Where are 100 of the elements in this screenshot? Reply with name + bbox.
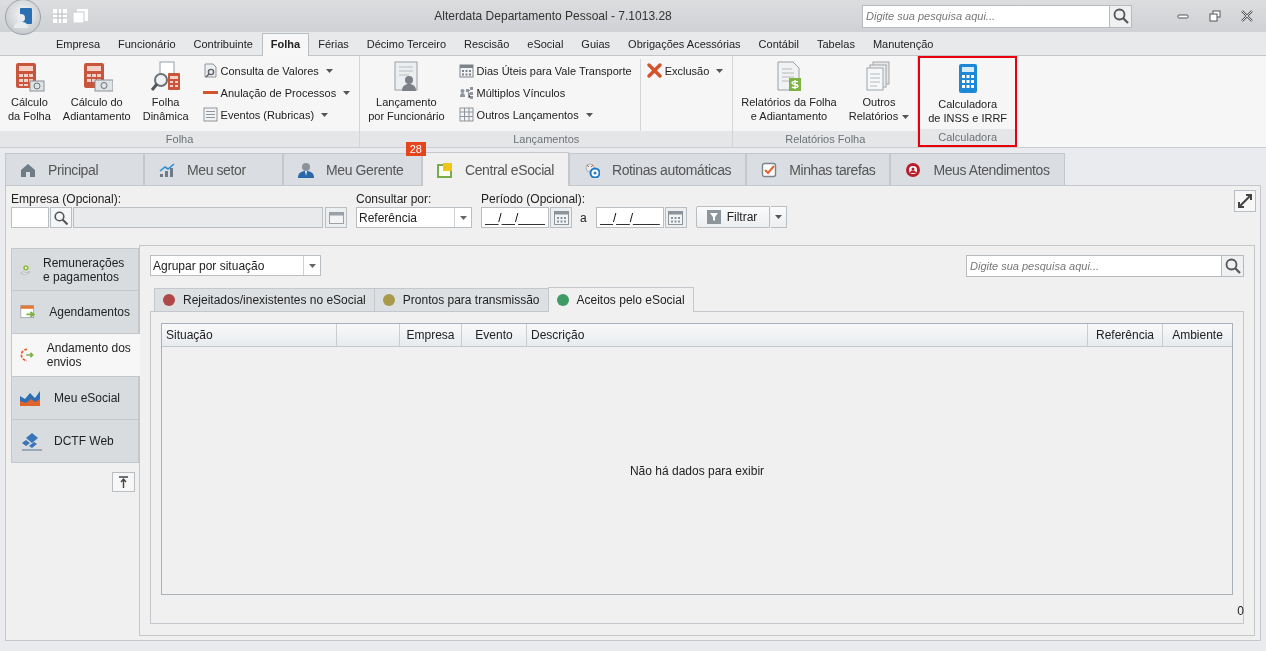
caret-icon bbox=[459, 215, 467, 220]
caret-icon bbox=[308, 263, 316, 268]
caret-icon bbox=[775, 215, 783, 219]
menu-tab[interactable]: Férias bbox=[309, 33, 358, 55]
ribbon-button[interactable]: Outros Relatórios bbox=[843, 59, 915, 131]
expand-button[interactable] bbox=[1234, 190, 1256, 212]
record-count: 0 bbox=[1237, 604, 1244, 618]
ribbon-button[interactable]: Lançamento por Funcionário bbox=[363, 59, 450, 131]
sidebar-item[interactable]: DCTF Web bbox=[11, 420, 139, 463]
group-label: Folha bbox=[0, 131, 360, 147]
menu-tab[interactable]: Empresa bbox=[47, 33, 110, 55]
field-label: Empresa (Opcional): bbox=[11, 192, 123, 206]
workspace-tab[interactable]: Meus Atendimentos bbox=[890, 153, 1065, 185]
ribbon-button[interactable]: Exclusão bbox=[644, 61, 726, 80]
ribbon-button[interactable]: Cálculo do Adiantamento bbox=[57, 59, 136, 131]
search-icon bbox=[1224, 258, 1241, 274]
workspace-tab[interactable]: Meu Gerente bbox=[283, 153, 422, 185]
ribbon-button[interactable]: Folha Dinâmica bbox=[137, 59, 194, 131]
home-icon bbox=[20, 161, 36, 178]
search-icon bbox=[1112, 8, 1129, 24]
ribbon-button[interactable]: Múltiplos Vínculos bbox=[456, 83, 634, 102]
filter-menu-button[interactable] bbox=[771, 206, 788, 228]
calendar-button[interactable] bbox=[550, 207, 572, 228]
empty-message: Não há dados para exibir bbox=[629, 463, 765, 478]
sidebar-item[interactable]: Remunerações e pagamentos bbox=[11, 248, 139, 291]
workspace-tab[interactable]: Minhas tarefas bbox=[746, 153, 891, 185]
expand-icon bbox=[1237, 193, 1253, 209]
filter-button[interactable]: Filtrar bbox=[695, 206, 771, 228]
menu-tab[interactable]: Obrigações Acessórias bbox=[619, 33, 750, 55]
column-header[interactable]: Evento bbox=[462, 324, 527, 346]
status-tab[interactable]: Aceitos pelo eSocial bbox=[547, 287, 694, 312]
calendar-button[interactable] bbox=[664, 207, 687, 228]
column-header[interactable]: Situação bbox=[162, 324, 337, 346]
menu-tab[interactable]: Décimo Terceiro bbox=[357, 33, 456, 55]
column-header[interactable]: Referência bbox=[1088, 324, 1163, 346]
status-tab[interactable]: Rejeitados/inexistentes no eSocial bbox=[154, 288, 375, 311]
search-button[interactable] bbox=[1222, 255, 1244, 277]
search-field[interactable]: Digite sua pesquisa aqui... bbox=[862, 4, 1110, 28]
field-label: Consultar por: bbox=[356, 192, 433, 206]
workspace-tab[interactable]: Central eSocial bbox=[422, 152, 569, 186]
ribbon-button[interactable]: Consulta de Valores bbox=[200, 61, 353, 80]
menu-tab[interactable]: Contábil bbox=[749, 33, 808, 55]
person-document-icon bbox=[12, 6, 34, 28]
ribbon-button[interactable]: Relatórios da Folha e Adiantamento bbox=[736, 59, 842, 131]
x-icon bbox=[646, 63, 662, 78]
menu-tab[interactable]: Manutenção bbox=[863, 33, 943, 55]
search-button[interactable] bbox=[50, 207, 72, 228]
window-icon bbox=[328, 211, 344, 224]
ribbon-button[interactable]: Eventos (Rubricas) bbox=[200, 105, 353, 124]
status-tab[interactable]: Prontos para transmissão bbox=[373, 288, 549, 311]
lookup-button[interactable] bbox=[325, 207, 347, 228]
search-button[interactable] bbox=[1110, 4, 1132, 28]
caret-icon bbox=[585, 112, 593, 117]
funnel-icon bbox=[706, 210, 721, 224]
menu-tab[interactable]: eSocial bbox=[518, 33, 573, 55]
group-by-dropdown[interactable]: Agrupar por situação bbox=[150, 255, 321, 276]
menu-tab[interactable]: Contribuinte bbox=[184, 33, 262, 55]
date-separator: a bbox=[579, 210, 588, 225]
ribbon-button[interactable]: Outros Lançamentos bbox=[456, 105, 634, 124]
calendar-icon bbox=[668, 210, 684, 225]
ribbon-button[interactable]: Cálculo da Folha bbox=[3, 59, 56, 131]
field-label: Período (Opcional): bbox=[481, 192, 587, 206]
caret-icon bbox=[716, 68, 724, 73]
sidebar-item[interactable]: Andamento dos envios bbox=[11, 334, 140, 377]
sidebar-item[interactable]: Meu eSocial bbox=[11, 377, 139, 420]
menu-tab[interactable]: Folha bbox=[261, 33, 310, 56]
ribbon-button[interactable]: Calculadora de INSS e IRRF bbox=[923, 61, 1013, 129]
chart-icon bbox=[159, 161, 175, 178]
query-dropdown[interactable]: Referência bbox=[356, 207, 472, 228]
column-header[interactable]: Empresa bbox=[400, 324, 462, 346]
end-date-field[interactable]: __/__/____ bbox=[595, 207, 664, 228]
caret-icon bbox=[325, 68, 333, 73]
search-field[interactable]: Digite sua pesquisa aqui... bbox=[966, 255, 1222, 277]
ribbon-button[interactable]: Anulação de Processos bbox=[200, 83, 353, 102]
ribbon-button[interactable]: Dias Úteis para Vale Transporte bbox=[456, 61, 634, 80]
calendar-icon bbox=[458, 63, 474, 78]
group-label: Calculadora bbox=[920, 129, 1016, 145]
caret-icon bbox=[902, 115, 910, 120]
documents-icon bbox=[73, 9, 88, 23]
menu-tab[interactable]: Guias bbox=[572, 33, 620, 55]
restore-icon bbox=[1209, 10, 1221, 22]
column-header[interactable]: Descrição bbox=[527, 324, 1088, 346]
menu-tab[interactable]: Rescisão bbox=[455, 33, 519, 55]
workspace-tab[interactable]: Meu setor bbox=[144, 153, 283, 185]
checkbox-icon bbox=[761, 161, 778, 178]
grid-icon bbox=[53, 9, 67, 23]
close-icon bbox=[1241, 10, 1253, 22]
app-menu-button[interactable] bbox=[5, 0, 41, 35]
company-code-field[interactable] bbox=[11, 207, 49, 228]
workspace-tab[interactable]: Rotinas automáticas bbox=[568, 153, 747, 185]
column-header[interactable]: Ambiente bbox=[1163, 324, 1232, 346]
menu-tab[interactable]: Funcionário bbox=[109, 33, 185, 55]
menu-tab[interactable]: Tabelas bbox=[807, 33, 864, 55]
gear-clock-icon bbox=[583, 161, 600, 178]
group-label: Relatórios Folha bbox=[733, 131, 918, 147]
workspace-tab[interactable]: Principal bbox=[5, 153, 144, 185]
document-icon bbox=[437, 161, 453, 178]
start-date-field[interactable]: __/__/____ bbox=[481, 207, 549, 228]
pin-button[interactable] bbox=[112, 472, 135, 492]
sidebar-item[interactable]: Agendamentos bbox=[11, 291, 139, 334]
